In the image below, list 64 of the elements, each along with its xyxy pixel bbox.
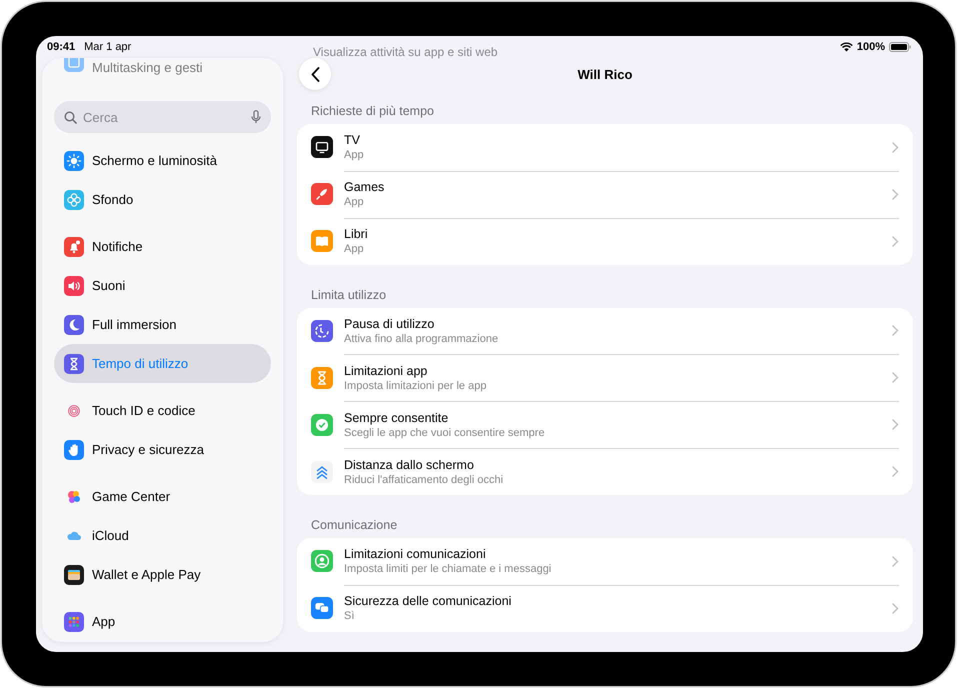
scrolled-row-label: Visualizza attività su app e siti web: [313, 46, 498, 58]
hourglass-icon: [311, 366, 333, 389]
tv-icon: [311, 136, 333, 158]
hourglass-icon: [64, 354, 84, 374]
section-header: Limita utilizzo: [310, 286, 388, 302]
bell-icon: [64, 236, 84, 256]
wallet-icon: [64, 564, 84, 584]
section-header: Richieste di più tempo: [310, 103, 435, 119]
sidebar-item[interactable]: Schermo e luminosità: [54, 141, 271, 180]
sidebar-item[interactable]: Privacy e sicurezza: [54, 430, 271, 469]
microphone-icon[interactable]: [251, 110, 261, 124]
chevron-icon: [892, 236, 899, 247]
settings-row[interactable]: Limitazioni app Imposta limitazioni per le app: [297, 354, 913, 401]
checkmark-badge-icon: [311, 414, 333, 436]
chevron-icon: [892, 602, 899, 614]
settings-row[interactable]: Distanza dallo schermo Riduci l'affaticamento degli occhi: [297, 448, 913, 495]
sidebar-item-label: Multitasking e gesti: [92, 60, 203, 74]
section-header: Comunicazione: [310, 517, 398, 533]
person-icon: [311, 550, 333, 572]
sun-icon: [64, 150, 84, 170]
chevron-icon: [892, 142, 899, 153]
chevron-icon: [892, 372, 899, 384]
sidebar-item[interactable]: iCloud: [54, 516, 271, 555]
timer-icon: [311, 320, 333, 342]
settings-row[interactable]: Sicurezza delle comunicazioni Sì: [297, 585, 913, 632]
chevron-icon: [892, 556, 899, 567]
battery-icon: [889, 42, 911, 52]
chevrons-up-icon: [311, 460, 333, 483]
sidebar-item[interactable]: Sfondo: [54, 180, 271, 219]
settings-row[interactable]: Libri App: [297, 218, 913, 264]
multitasking-icon: [64, 58, 84, 72]
settings-row[interactable]: Games App: [297, 171, 913, 218]
status-date: Mar 1 apr: [84, 41, 132, 53]
chevron-icon: [892, 419, 899, 430]
book-icon: [311, 230, 333, 252]
rocket-icon: [311, 183, 333, 206]
chevron-icon: [892, 466, 899, 478]
settings-row[interactable]: Sempre consentite Scegli le app che vuoi consentire sempre: [297, 402, 913, 448]
back-chevron-icon: [310, 66, 320, 82]
sidebar-item[interactable]: Touch ID e codice: [54, 391, 271, 430]
settings-row[interactable]: Limitazioni comunicazioni Imposta limiti per le chiamate e i messaggi: [297, 538, 913, 584]
search-icon: [64, 111, 77, 124]
chevron-icon: [892, 325, 899, 336]
speaker-icon: [64, 276, 84, 296]
settings-row[interactable]: TV App: [297, 124, 913, 170]
chevron-icon: [892, 188, 899, 200]
back-button[interactable]: [299, 58, 331, 90]
sidebar-item[interactable]: App: [54, 602, 271, 641]
settings-row[interactable]: Pausa di utilizzo Attiva fino alla programmazione: [297, 308, 913, 354]
sidebar-item[interactable]: Notifiche: [54, 227, 271, 266]
sidebar-item[interactable]: Full immersion: [54, 305, 271, 344]
sidebar-item[interactable]: Game Center: [54, 477, 271, 516]
chat-bubbles-icon: [311, 597, 333, 620]
sidebar-item[interactable]: Suoni: [54, 266, 271, 305]
flower-icon: [64, 190, 84, 210]
nav-title: Will Rico: [578, 66, 632, 82]
wifi-icon: [840, 42, 853, 52]
hand-icon: [64, 440, 84, 460]
moon-icon: [64, 314, 84, 334]
app-grid-icon: [64, 612, 84, 632]
sidebar-item[interactable]: Wallet e Apple Pay: [54, 555, 271, 594]
battery-percent: 100%: [856, 41, 885, 53]
search-field[interactable]: Cerca: [54, 101, 271, 133]
status-time: 09:41: [47, 41, 76, 53]
